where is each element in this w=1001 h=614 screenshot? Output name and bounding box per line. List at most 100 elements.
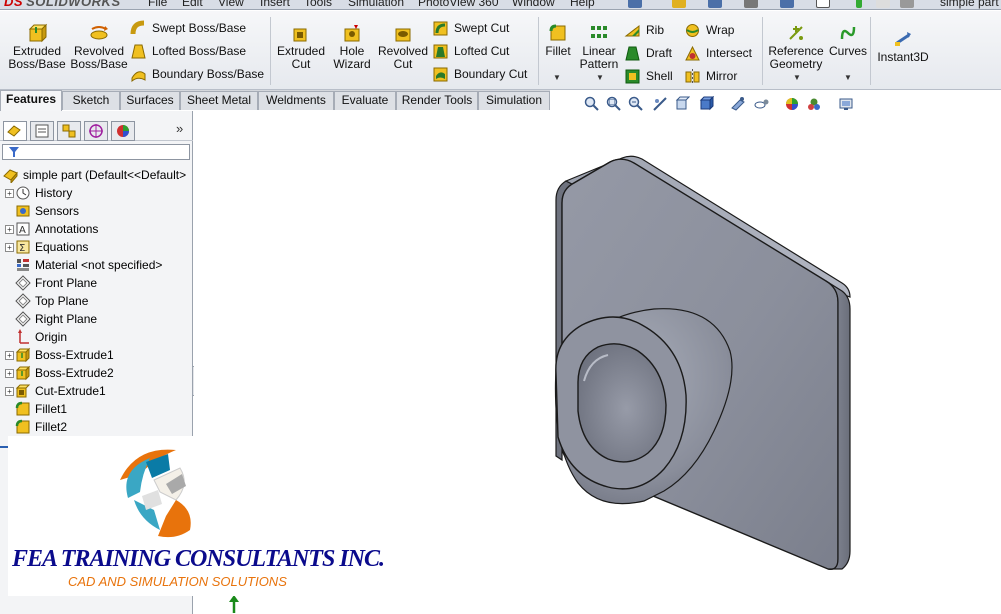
tree-item[interactable]: + Σ Equations [5,238,88,256]
reference-geometry-dropdown-icon[interactable]: ▼ [793,73,801,82]
shell-button[interactable]: Shell [624,66,673,86]
display-style-icon[interactable] [698,96,714,112]
dimxpertmanager-tab[interactable] [84,121,108,141]
expand-toggle-icon[interactable]: + [5,368,14,378]
apply-scene-icon[interactable] [784,96,800,112]
mirror-button[interactable]: Mirror [684,66,737,86]
tree-item[interactable]: + Boss-Extrude1 [5,346,114,364]
tree-item[interactable]: Top Plane [5,292,88,310]
tab-evaluate[interactable]: Evaluate [334,91,396,110]
fillet-dropdown-icon[interactable]: ▼ [553,73,561,82]
options-icon[interactable] [900,0,914,8]
print-icon[interactable] [744,0,758,8]
tree-item[interactable]: + Boss-Extrude2 [5,364,114,382]
feature-tree-filter[interactable] [2,144,190,160]
view-orientation-icon[interactable] [674,96,690,112]
wrap-button[interactable]: Wrap [684,20,734,40]
tree-item[interactable]: Material <not specified> [5,256,162,274]
menu-window[interactable]: Window [512,0,555,9]
curves-dropdown-icon[interactable]: ▼ [844,73,852,82]
boundary-boss-button[interactable]: Boundary Boss/Base [130,64,264,84]
tab-sheet-metal[interactable]: Sheet Metal [180,91,258,110]
menu-view[interactable]: View [218,0,244,9]
expand-toggle-icon[interactable]: + [5,386,14,396]
draft-button[interactable]: Draft [624,43,672,63]
lofted-cut-button[interactable]: Lofted Cut [432,41,509,61]
revolved-boss-button[interactable]: Revolved Boss/Base [70,23,128,71]
traffic-light-icon[interactable] [856,0,862,8]
menu-file[interactable]: File [148,0,167,9]
tree-item[interactable]: + History [5,184,72,202]
save-icon[interactable] [708,0,722,8]
curves-button[interactable]: Curves [828,23,868,58]
menu-tools[interactable]: Tools [304,0,332,9]
tree-item[interactable]: Front Plane [5,274,97,292]
configurationmanager-tab[interactable] [57,121,81,141]
menu-photoview[interactable]: PhotoView 360 [418,0,499,9]
tab-sketch[interactable]: Sketch [62,91,120,110]
revolved-boss-icon [90,26,108,40]
tree-item[interactable]: Sensors [5,202,79,220]
hole-wizard-button[interactable]: Hole Wizard [330,23,374,71]
revolved-cut-button[interactable]: Revolved Cut [376,23,430,71]
tab-weldments[interactable]: Weldments [258,91,334,110]
more-tabs-chevron-icon[interactable]: » [176,121,183,136]
part-model-view[interactable] [194,111,1001,614]
tab-features[interactable]: Features [0,90,62,111]
menu-help[interactable]: Help [570,0,595,9]
view-settings-icon[interactable] [806,96,822,112]
tree-item[interactable]: Fillet2 [5,418,67,436]
tab-simulation[interactable]: Simulation [478,91,550,110]
zoom-to-area-icon[interactable] [606,96,622,112]
fillet-icon [15,419,30,434]
edit-appearance-icon[interactable] [754,96,770,112]
swept-boss-button[interactable]: Swept Boss/Base [130,18,246,38]
file-properties-icon[interactable] [876,0,890,8]
extruded-cut-button[interactable]: Extruded Cut [274,23,328,71]
expand-toggle-icon[interactable]: + [5,224,14,234]
graphics-area[interactable] [194,111,1001,614]
expand-toggle-icon[interactable]: + [5,350,14,360]
shell-icon [625,69,640,83]
tree-item[interactable]: + A Annotations [5,220,98,238]
part-icon [3,169,18,183]
pattern-dropdown-icon[interactable]: ▼ [596,73,604,82]
open-folder-icon[interactable] [672,0,686,8]
featuremanager-tab[interactable] [3,121,27,141]
menu-edit[interactable]: Edit [182,0,203,9]
tab-surfaces[interactable]: Surfaces [120,91,180,110]
instant3d-button[interactable]: Instant3D [874,29,932,64]
extruded-boss-button[interactable]: Extruded Boss/Base [8,23,66,71]
previous-view-icon[interactable] [628,96,644,112]
property-manager-icon [35,124,49,138]
fillet-button[interactable]: Fillet [540,23,576,58]
expand-toggle-icon[interactable]: + [5,188,14,198]
monitor-settings-icon[interactable] [838,96,854,112]
undo-icon[interactable] [780,0,794,8]
displaymanager-tab[interactable] [111,121,135,141]
linear-pattern-button[interactable]: Linear Pattern [578,23,620,71]
new-document-icon[interactable] [628,0,642,8]
propertymanager-tab[interactable] [30,121,54,141]
boundary-cut-label: Boundary Cut [454,67,528,81]
lofted-boss-button[interactable]: Lofted Boss/Base [130,41,246,61]
tree-item-label: Front Plane [35,276,98,290]
select-cursor-icon[interactable] [816,0,830,8]
tab-render-tools[interactable]: Render Tools [396,91,478,110]
menu-simulation[interactable]: Simulation [348,0,404,9]
section-view-icon[interactable] [652,96,668,112]
reference-geometry-button[interactable]: Reference Geometry [766,23,826,71]
zoom-to-fit-icon[interactable] [584,96,600,112]
tree-item[interactable]: Right Plane [5,310,97,328]
tree-item[interactable]: Fillet1 [5,400,67,418]
rib-button[interactable]: Rib [624,20,664,40]
hide-show-items-icon[interactable] [730,96,746,112]
boundary-cut-button[interactable]: Boundary Cut [432,64,527,84]
tree-item[interactable]: Origin [5,328,67,346]
menu-insert[interactable]: Insert [260,0,290,9]
expand-toggle-icon[interactable]: + [5,242,14,252]
swept-cut-button[interactable]: Swept Cut [432,18,509,38]
intersect-button[interactable]: Intersect [684,43,752,63]
part-root-node[interactable]: simple part (Default<<Default> [2,166,186,184]
tree-item[interactable]: + Cut-Extrude1 [5,382,106,400]
